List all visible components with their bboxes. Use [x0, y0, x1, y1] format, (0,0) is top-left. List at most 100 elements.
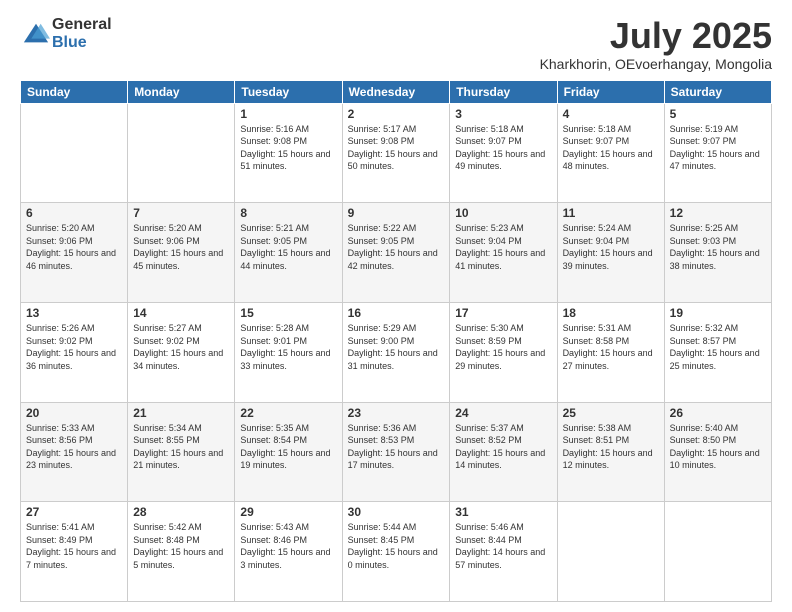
cell-info: Sunrise: 5:40 AM Sunset: 8:50 PM Dayligh… [670, 422, 766, 472]
daylight-text: Daylight: 15 hours and 19 minutes. [240, 448, 330, 471]
cell-info: Sunrise: 5:46 AM Sunset: 8:44 PM Dayligh… [455, 521, 551, 571]
day-number: 4 [563, 107, 659, 121]
day-number: 5 [670, 107, 766, 121]
location-subtitle: Kharkhorin, OEvoerhangay, Mongolia [540, 56, 772, 72]
calendar-cell-1-6: 4 Sunrise: 5:18 AM Sunset: 9:07 PM Dayli… [557, 103, 664, 203]
cell-info: Sunrise: 5:28 AM Sunset: 9:01 PM Dayligh… [240, 322, 336, 372]
sunset-text: Sunset: 8:53 PM [348, 435, 415, 445]
calendar-cell-2-4: 9 Sunrise: 5:22 AM Sunset: 9:05 PM Dayli… [342, 203, 450, 303]
calendar-cell-1-1 [21, 103, 128, 203]
calendar-cell-5-7 [664, 502, 771, 602]
sunrise-text: Sunrise: 5:43 AM [240, 522, 309, 532]
calendar-cell-2-3: 8 Sunrise: 5:21 AM Sunset: 9:05 PM Dayli… [235, 203, 342, 303]
cell-info: Sunrise: 5:20 AM Sunset: 9:06 PM Dayligh… [133, 222, 229, 272]
sunset-text: Sunset: 8:46 PM [240, 535, 307, 545]
title-block: July 2025 Kharkhorin, OEvoerhangay, Mong… [540, 16, 772, 72]
cell-info: Sunrise: 5:35 AM Sunset: 8:54 PM Dayligh… [240, 422, 336, 472]
sunrise-text: Sunrise: 5:46 AM [455, 522, 524, 532]
daylight-text: Daylight: 15 hours and 34 minutes. [133, 348, 223, 371]
sunrise-text: Sunrise: 5:35 AM [240, 423, 309, 433]
day-number: 9 [348, 206, 445, 220]
sunset-text: Sunset: 9:01 PM [240, 336, 307, 346]
daylight-text: Daylight: 15 hours and 48 minutes. [563, 149, 653, 172]
sunset-text: Sunset: 8:45 PM [348, 535, 415, 545]
daylight-text: Daylight: 15 hours and 38 minutes. [670, 248, 760, 271]
cell-info: Sunrise: 5:41 AM Sunset: 8:49 PM Dayligh… [26, 521, 122, 571]
page: General Blue July 2025 Kharkhorin, OEvoe… [0, 0, 792, 612]
daylight-text: Daylight: 15 hours and 0 minutes. [348, 547, 438, 570]
daylight-text: Daylight: 15 hours and 41 minutes. [455, 248, 545, 271]
sunset-text: Sunset: 9:02 PM [26, 336, 93, 346]
logo-blue-text: Blue [52, 34, 112, 52]
daylight-text: Daylight: 15 hours and 17 minutes. [348, 448, 438, 471]
daylight-text: Daylight: 15 hours and 29 minutes. [455, 348, 545, 371]
calendar-cell-5-5: 31 Sunrise: 5:46 AM Sunset: 8:44 PM Dayl… [450, 502, 557, 602]
cell-info: Sunrise: 5:22 AM Sunset: 9:05 PM Dayligh… [348, 222, 445, 272]
daylight-text: Daylight: 14 hours and 57 minutes. [455, 547, 545, 570]
sunrise-text: Sunrise: 5:31 AM [563, 323, 632, 333]
sunrise-text: Sunrise: 5:30 AM [455, 323, 524, 333]
sunset-text: Sunset: 8:51 PM [563, 435, 630, 445]
col-thursday: Thursday [450, 80, 557, 103]
daylight-text: Daylight: 15 hours and 45 minutes. [133, 248, 223, 271]
sunrise-text: Sunrise: 5:26 AM [26, 323, 95, 333]
calendar-cell-2-7: 12 Sunrise: 5:25 AM Sunset: 9:03 PM Dayl… [664, 203, 771, 303]
sunset-text: Sunset: 8:59 PM [455, 336, 522, 346]
calendar-cell-4-6: 25 Sunrise: 5:38 AM Sunset: 8:51 PM Dayl… [557, 402, 664, 502]
daylight-text: Daylight: 15 hours and 7 minutes. [26, 547, 116, 570]
week-row-2: 6 Sunrise: 5:20 AM Sunset: 9:06 PM Dayli… [21, 203, 772, 303]
calendar-cell-4-5: 24 Sunrise: 5:37 AM Sunset: 8:52 PM Dayl… [450, 402, 557, 502]
cell-info: Sunrise: 5:18 AM Sunset: 9:07 PM Dayligh… [455, 123, 551, 173]
sunrise-text: Sunrise: 5:21 AM [240, 223, 309, 233]
cell-info: Sunrise: 5:34 AM Sunset: 8:55 PM Dayligh… [133, 422, 229, 472]
calendar-cell-3-7: 19 Sunrise: 5:32 AM Sunset: 8:57 PM Dayl… [664, 302, 771, 402]
sunrise-text: Sunrise: 5:42 AM [133, 522, 202, 532]
col-monday: Monday [128, 80, 235, 103]
cell-info: Sunrise: 5:32 AM Sunset: 8:57 PM Dayligh… [670, 322, 766, 372]
cell-info: Sunrise: 5:24 AM Sunset: 9:04 PM Dayligh… [563, 222, 659, 272]
sunset-text: Sunset: 8:57 PM [670, 336, 737, 346]
sunrise-text: Sunrise: 5:27 AM [133, 323, 202, 333]
cell-info: Sunrise: 5:26 AM Sunset: 9:02 PM Dayligh… [26, 322, 122, 372]
sunrise-text: Sunrise: 5:16 AM [240, 124, 309, 134]
sunset-text: Sunset: 9:02 PM [133, 336, 200, 346]
calendar-cell-1-4: 2 Sunrise: 5:17 AM Sunset: 9:08 PM Dayli… [342, 103, 450, 203]
calendar-cell-2-5: 10 Sunrise: 5:23 AM Sunset: 9:04 PM Dayl… [450, 203, 557, 303]
sunset-text: Sunset: 8:55 PM [133, 435, 200, 445]
daylight-text: Daylight: 15 hours and 51 minutes. [240, 149, 330, 172]
calendar-cell-3-6: 18 Sunrise: 5:31 AM Sunset: 8:58 PM Dayl… [557, 302, 664, 402]
week-row-1: 1 Sunrise: 5:16 AM Sunset: 9:08 PM Dayli… [21, 103, 772, 203]
sunrise-text: Sunrise: 5:34 AM [133, 423, 202, 433]
cell-info: Sunrise: 5:20 AM Sunset: 9:06 PM Dayligh… [26, 222, 122, 272]
day-number: 28 [133, 505, 229, 519]
logo-icon [22, 20, 50, 48]
sunset-text: Sunset: 9:00 PM [348, 336, 415, 346]
sunrise-text: Sunrise: 5:41 AM [26, 522, 95, 532]
sunset-text: Sunset: 8:50 PM [670, 435, 737, 445]
daylight-text: Daylight: 15 hours and 25 minutes. [670, 348, 760, 371]
day-number: 24 [455, 406, 551, 420]
sunset-text: Sunset: 8:52 PM [455, 435, 522, 445]
sunset-text: Sunset: 8:56 PM [26, 435, 93, 445]
day-number: 7 [133, 206, 229, 220]
sunrise-text: Sunrise: 5:19 AM [670, 124, 739, 134]
daylight-text: Daylight: 15 hours and 39 minutes. [563, 248, 653, 271]
daylight-text: Daylight: 15 hours and 5 minutes. [133, 547, 223, 570]
sunrise-text: Sunrise: 5:29 AM [348, 323, 417, 333]
sunrise-text: Sunrise: 5:22 AM [348, 223, 417, 233]
sunrise-text: Sunrise: 5:17 AM [348, 124, 417, 134]
sunset-text: Sunset: 9:06 PM [133, 236, 200, 246]
sunrise-text: Sunrise: 5:25 AM [670, 223, 739, 233]
day-number: 29 [240, 505, 336, 519]
day-number: 14 [133, 306, 229, 320]
daylight-text: Daylight: 15 hours and 12 minutes. [563, 448, 653, 471]
calendar-cell-5-6 [557, 502, 664, 602]
day-number: 8 [240, 206, 336, 220]
sunrise-text: Sunrise: 5:23 AM [455, 223, 524, 233]
sunset-text: Sunset: 9:08 PM [348, 136, 415, 146]
sunset-text: Sunset: 9:03 PM [670, 236, 737, 246]
sunset-text: Sunset: 9:05 PM [348, 236, 415, 246]
cell-info: Sunrise: 5:43 AM Sunset: 8:46 PM Dayligh… [240, 521, 336, 571]
sunset-text: Sunset: 9:06 PM [26, 236, 93, 246]
month-title: July 2025 [540, 16, 772, 56]
